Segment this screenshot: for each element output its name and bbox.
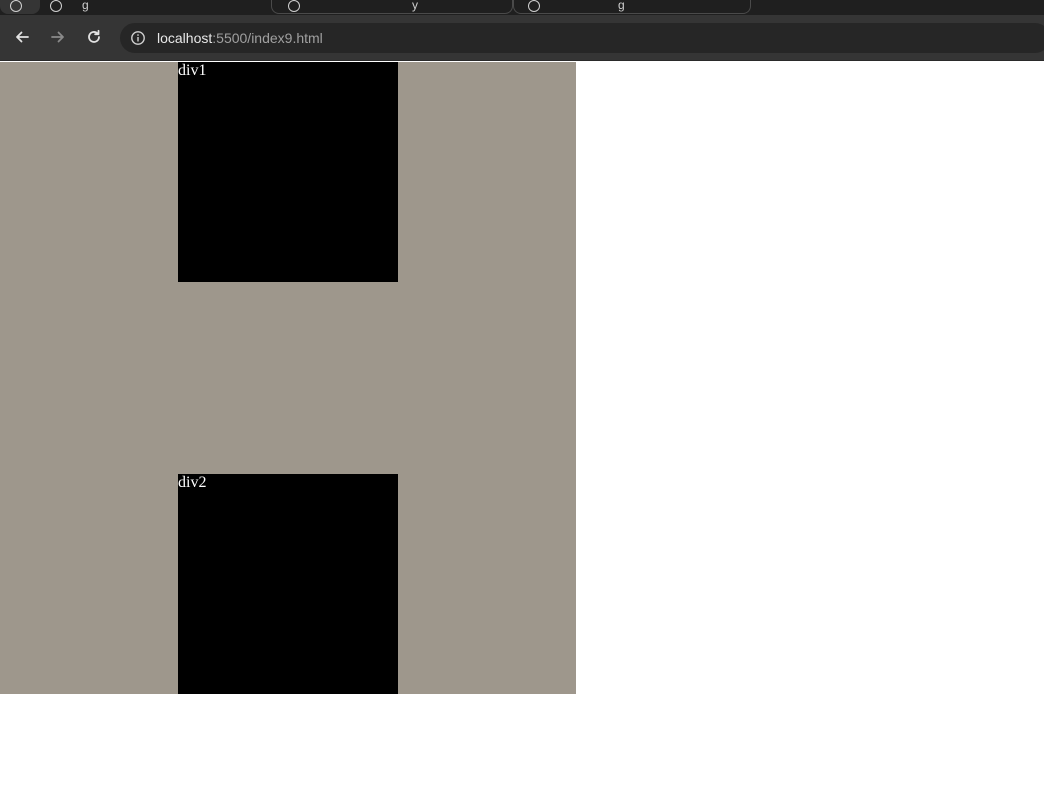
tab-3[interactable]: g: [513, 0, 751, 14]
url-path: :5500/index9.html: [212, 30, 323, 46]
page-viewport: div1 div2: [0, 62, 1044, 803]
github-icon: [288, 0, 300, 12]
gray-container: div1 div2: [0, 62, 576, 694]
arrow-right-icon: [51, 31, 64, 43]
globe-icon: [528, 0, 540, 12]
reload-button[interactable]: [79, 22, 109, 52]
tab-1[interactable]: g: [40, 0, 270, 14]
globe-icon: [50, 0, 62, 12]
browser-toolbar: localhost:5500/index9.html: [0, 15, 1044, 61]
arrow-left-icon: [16, 31, 29, 43]
info-icon[interactable]: [130, 30, 146, 46]
tab-3-title: g: [618, 0, 625, 12]
address-bar[interactable]: localhost:5500/index9.html: [120, 23, 1044, 53]
tab-strip: g y g: [0, 0, 1044, 15]
tab-1-title: g: [82, 0, 89, 12]
tab-favicon-icon: [10, 0, 22, 12]
tab-active[interactable]: [0, 0, 40, 14]
url-host: localhost: [157, 30, 213, 46]
tab-2[interactable]: y: [271, 0, 513, 14]
div1-box: div1: [178, 62, 398, 282]
reload-icon: [88, 29, 100, 43]
back-button[interactable]: [7, 22, 37, 52]
tab-2-title: y: [412, 0, 418, 12]
forward-button[interactable]: [43, 22, 73, 52]
div1-label: div1: [178, 62, 207, 79]
url-text[interactable]: localhost:5500/index9.html: [157, 30, 323, 46]
div2-box: div2: [178, 474, 398, 694]
div2-label: div2: [178, 474, 207, 491]
